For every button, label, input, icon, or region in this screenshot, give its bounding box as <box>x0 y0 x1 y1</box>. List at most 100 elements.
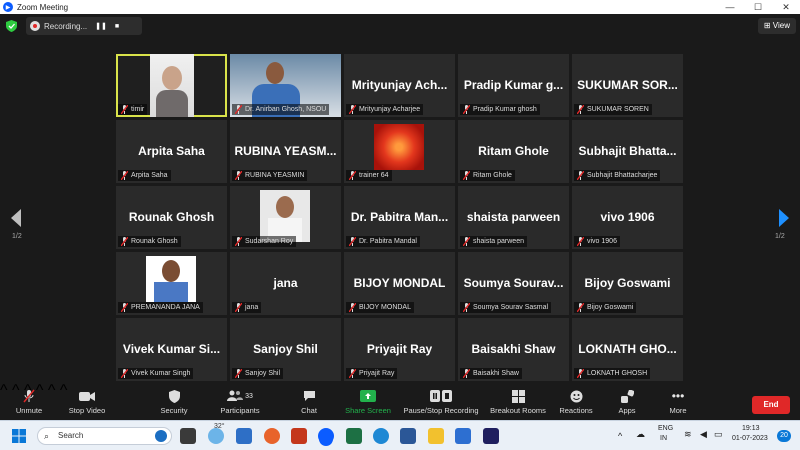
profile-picture <box>374 124 424 170</box>
pause-stop-recording-button[interactable]: Pause/Stop Recording <box>402 386 480 415</box>
participant-tile[interactable]: Ritam Ghole Ritam Ghole <box>458 120 569 183</box>
participant-tile[interactable]: LOKNATH GHO... LOKNATH GHOSH <box>572 318 683 381</box>
stop-icon[interactable]: ■ <box>115 23 119 30</box>
weather-icon[interactable] <box>208 428 224 444</box>
view-button[interactable]: ⊞ View <box>757 18 796 34</box>
page-indicator-left: 1/2 <box>12 233 22 240</box>
audio-options-caret-icon[interactable]: ^ <box>0 382 8 399</box>
participant-name-label: Soumya Sourav Sasmal <box>460 302 552 313</box>
participant-tile[interactable]: BIJOY MONDAL BIJOY MONDAL <box>344 252 455 315</box>
grid-view-icon: ⊞ <box>763 21 771 30</box>
wifi-icon[interactable]: ≋ <box>684 429 692 440</box>
share-screen-button[interactable]: Share Screen <box>344 386 392 415</box>
participants-button[interactable]: 33 Participants <box>218 386 262 415</box>
muted-mic-icon <box>349 105 356 114</box>
chat-bubble-icon <box>296 386 322 406</box>
participant-tile[interactable]: Dr. Anirban Ghosh, NSOU <box>230 54 341 117</box>
recording-indicator[interactable]: Recording... ❚❚ ■ <box>26 17 142 35</box>
participant-tile[interactable]: Mrityunjay Ach... Mrityunjay Acharjee <box>344 54 455 117</box>
shield-icon[interactable] <box>6 20 18 32</box>
participant-tile[interactable]: Bijoy Goswami Bijoy Goswami <box>572 252 683 315</box>
participant-tile[interactable]: jana jana <box>230 252 341 315</box>
apps-button[interactable]: Apps <box>614 386 640 415</box>
participant-name: Pradip Kumar ghosh <box>473 106 537 113</box>
participant-tile[interactable]: SUKUMAR SOR... SUKUMAR SOREN <box>572 54 683 117</box>
participant-tile[interactable]: Sanjoy Shil Sanjoy Shil <box>230 318 341 381</box>
tray-cloud-icon[interactable]: ☁ <box>636 429 645 440</box>
excel-icon[interactable] <box>346 428 362 444</box>
tray-overflow-icon[interactable]: ^ <box>618 431 622 441</box>
pause-icon[interactable]: ❚❚ <box>95 22 107 30</box>
more-button[interactable]: ••• More <box>664 386 692 415</box>
participant-tile[interactable]: Soumya Sourav... Soumya Sourav Sasmal <box>458 252 569 315</box>
participant-name-label: Arpita Saha <box>118 170 171 181</box>
muted-mic-icon <box>577 105 584 114</box>
muted-mic-icon <box>235 237 242 246</box>
participant-tile[interactable]: shaista parween shaista parween <box>458 186 569 249</box>
share-screen-label: Share Screen <box>345 406 391 415</box>
zoom-taskbar-icon[interactable] <box>318 428 334 444</box>
more-dots-icon: ••• <box>671 389 685 403</box>
muted-mic-icon <box>577 303 584 312</box>
participant-tile[interactable]: Sudarshan Roy <box>230 186 341 249</box>
notification-badge[interactable]: 20 <box>777 430 791 442</box>
file-explorer-icon[interactable] <box>428 428 444 444</box>
participant-tile[interactable]: vivo 1906 vivo 1906 <box>572 186 683 249</box>
stop-video-button[interactable]: Stop Video <box>63 386 111 415</box>
prev-page-arrow-icon[interactable] <box>10 208 22 228</box>
participant-name-label: Bijoy Goswami <box>574 302 637 313</box>
speaker-icon[interactable]: ◀ <box>700 429 707 440</box>
reactions-button[interactable]: Reactions <box>558 386 594 415</box>
language-region[interactable]: IN <box>660 435 667 442</box>
app-icon[interactable] <box>483 428 499 444</box>
close-button[interactable]: ✕ <box>772 0 800 14</box>
participant-tile[interactable]: Baisakhi Shaw Baisakhi Shaw <box>458 318 569 381</box>
edge-icon[interactable] <box>373 428 389 444</box>
powerpoint-icon[interactable] <box>291 428 307 444</box>
windows-start-icon[interactable] <box>12 429 26 443</box>
taskbar-search-box[interactable]: ⌕ Search <box>37 427 172 445</box>
participant-tile[interactable]: Subhajit Bhatta... Subhajit Bhattacharjee <box>572 120 683 183</box>
maximize-button[interactable]: ☐ <box>744 0 772 14</box>
participants-label: Participants <box>220 406 260 415</box>
participant-name: RUBINA YEASMIN <box>245 172 305 179</box>
security-button[interactable]: Security <box>156 386 192 415</box>
participant-name: Mrityunjay Acharjee <box>359 106 421 113</box>
language-code[interactable]: ENG <box>658 425 673 432</box>
end-meeting-button[interactable]: End <box>752 396 790 414</box>
battery-icon[interactable]: ▭ <box>714 429 723 440</box>
muted-mic-icon <box>349 237 356 246</box>
participant-tile[interactable]: Dr. Pabitra Man... Dr. Pabitra Mandal <box>344 186 455 249</box>
next-page-arrow-icon[interactable] <box>778 208 790 228</box>
task-view-icon[interactable] <box>180 428 196 444</box>
minimize-button[interactable]: — <box>716 0 744 14</box>
firefox-icon[interactable] <box>264 428 280 444</box>
participant-name: Soumya Sourav Sasmal <box>473 304 549 311</box>
page-indicator-right: 1/2 <box>775 233 785 240</box>
participant-tile[interactable]: Priyajit Ray Priyajit Ray <box>344 318 455 381</box>
participant-tile[interactable]: trainer 64 <box>344 120 455 183</box>
store-icon[interactable] <box>455 428 471 444</box>
unmute-button[interactable]: Unmute <box>10 386 48 415</box>
participant-display-name: Pradip Kumar g... <box>463 78 564 92</box>
participant-tile[interactable]: RUBINA YEASM... RUBINA YEASMIN <box>230 120 341 183</box>
bing-icon[interactable] <box>155 430 167 442</box>
participant-tile[interactable]: Rounak Ghosh Rounak Ghosh <box>116 186 227 249</box>
participant-tile[interactable]: Pradip Kumar g... Pradip Kumar ghosh <box>458 54 569 117</box>
word-icon[interactable] <box>400 428 416 444</box>
participant-name: Subhajit Bhattacharjee <box>587 172 658 179</box>
clock-time[interactable]: 19:13 <box>742 425 760 432</box>
clock-date[interactable]: 01-07-2023 <box>732 435 768 442</box>
participant-tile[interactable]: PREMANANDA JANA <box>116 252 227 315</box>
participant-display-name: BIJOY MONDAL <box>353 276 446 290</box>
participant-display-name: jana <box>273 276 298 290</box>
participant-tile[interactable]: Arpita Saha Arpita Saha <box>116 120 227 183</box>
participant-tile[interactable]: Vivek Kumar Si... Vivek Kumar Singh <box>116 318 227 381</box>
chat-button[interactable]: Chat <box>296 386 322 415</box>
teams-icon[interactable] <box>236 428 252 444</box>
share-caret-icon[interactable]: ^ <box>48 382 56 399</box>
breakout-rooms-button[interactable]: Breakout Rooms <box>488 386 548 415</box>
participant-display-name: Ritam Ghole <box>478 144 549 158</box>
participant-tile[interactable]: timir <box>116 54 227 117</box>
participant-name: shaista parween <box>473 238 524 245</box>
